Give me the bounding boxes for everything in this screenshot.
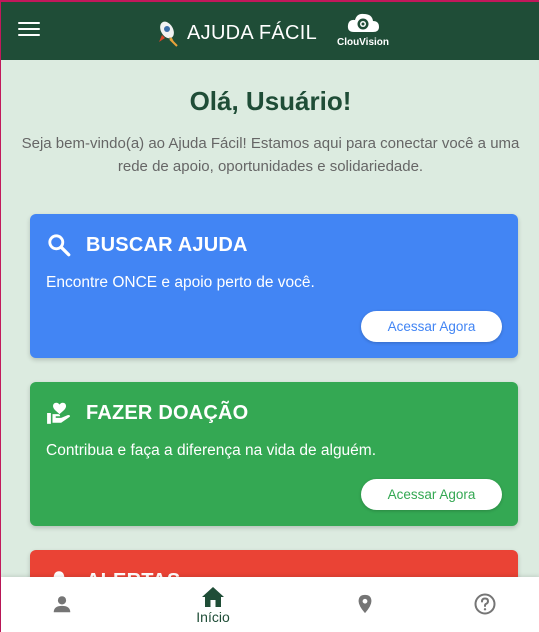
nav-home-label: Início bbox=[196, 609, 230, 625]
card-description: Contribua e faça a diferença na vida de … bbox=[46, 442, 377, 459]
donation-access-button[interactable]: Acessar Agora bbox=[361, 479, 502, 510]
nav-home[interactable]: Início bbox=[183, 577, 243, 632]
search-help-access-button[interactable]: Acessar Agora bbox=[361, 311, 502, 342]
nav-profile[interactable] bbox=[37, 577, 87, 632]
search-help-card[interactable]: BUSCAR AJUDA Encontre ONCE e apoio perto… bbox=[30, 214, 518, 358]
brand: AJUDA FÁCIL bbox=[155, 16, 317, 50]
partner-label: ClouVision bbox=[336, 37, 390, 48]
cloud-eye-logo-icon bbox=[347, 13, 379, 32]
card-header: FAZER DOAÇÃO bbox=[46, 398, 248, 428]
card-header: BUSCAR AJUDA bbox=[46, 230, 248, 260]
partner-logo: ClouVision bbox=[332, 10, 394, 52]
greeting-title: Olá, Usuário! bbox=[189, 86, 352, 116]
app-title: AJUDA FÁCIL bbox=[187, 21, 317, 44]
volunteer-hand-heart-icon bbox=[47, 402, 70, 424]
rocket-logo-icon bbox=[159, 21, 178, 47]
person-icon bbox=[53, 596, 71, 613]
card-description: Encontre ONCE e apoio perto de você. bbox=[46, 274, 315, 291]
help-circle-icon bbox=[474, 593, 496, 615]
nav-map[interactable] bbox=[340, 577, 390, 632]
search-icon bbox=[48, 234, 71, 257]
card-title: FAZER DOAÇÃO bbox=[86, 401, 249, 424]
bottom-navigation: Início bbox=[1, 577, 539, 632]
app-bar: AJUDA FÁCIL ClouVision bbox=[1, 0, 539, 60]
nav-help[interactable] bbox=[460, 577, 510, 632]
location-pin-icon bbox=[358, 594, 372, 614]
card-title: BUSCAR AJUDA bbox=[86, 233, 248, 256]
home-icon bbox=[202, 587, 224, 607]
menu-icon[interactable] bbox=[18, 22, 40, 40]
donation-card[interactable]: FAZER DOAÇÃO Contribua e faça a diferenç… bbox=[30, 382, 518, 526]
welcome-text: Seja bem-vindo(a) ao Ajuda Fácil! Estamo… bbox=[21, 135, 520, 175]
